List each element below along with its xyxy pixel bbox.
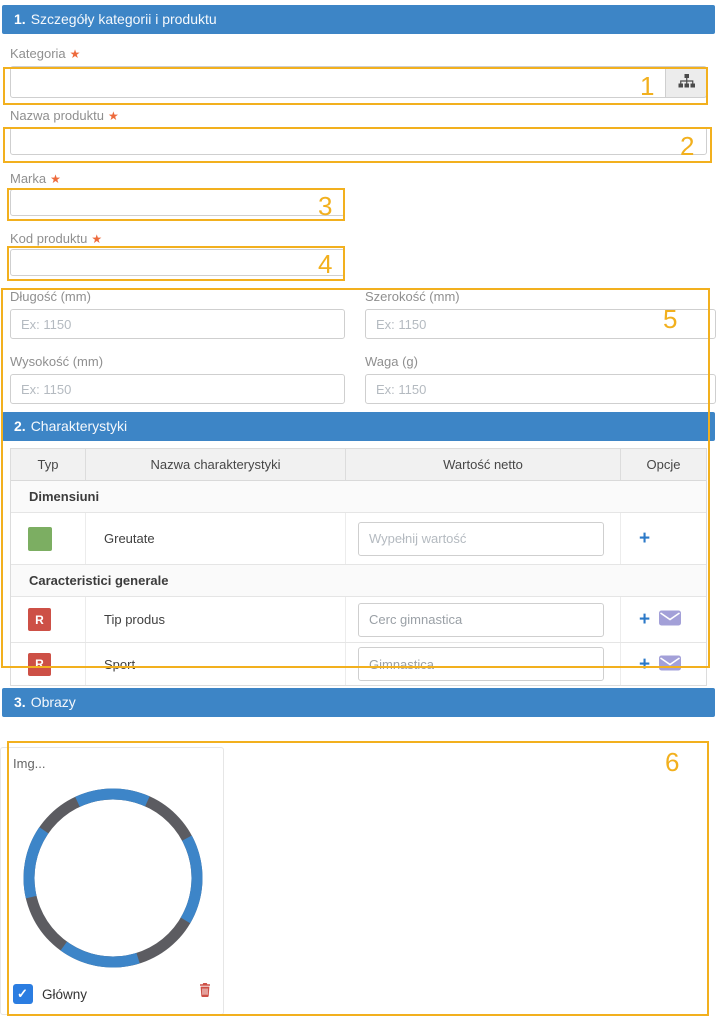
envelope-icon[interactable] [659,610,681,629]
kategoria-label: Kategoria★ [10,46,707,62]
characteristic-name: Sport [86,643,346,685]
nazwa-produktu-input[interactable] [10,127,707,155]
image-filename: Img... [13,756,46,771]
required-star-icon: ★ [91,232,102,246]
product-image-hula-hoop [17,786,209,981]
plus-icon[interactable]: + [639,655,650,674]
delete-image-button[interactable] [199,983,211,1000]
section-number: 1. [14,11,26,27]
sport-value-input[interactable] [358,647,604,681]
primary-image-checkbox[interactable] [13,984,33,1004]
kategoria-input[interactable] [10,66,666,98]
envelope-icon[interactable] [659,655,681,674]
images-area: Img... Główny [0,717,717,1032]
required-type-badge: R [28,608,51,631]
waga-field: Waga (g) [365,354,716,404]
primary-image-control: Główny [13,984,87,1004]
characteristic-name: Greutate [86,513,346,564]
section-number: 3. [14,694,26,710]
column-header-nazwa: Nazwa charakterystyki [86,449,346,480]
dlugosc-input[interactable] [10,309,345,339]
plus-icon[interactable]: + [639,529,650,548]
sitemap-icon [678,74,695,91]
waga-label: Waga (g) [365,354,716,370]
green-square-type-icon [28,527,52,551]
group-header-caracteristici: Caracteristici generale [11,565,706,596]
image-card: Img... Główny [0,747,224,1015]
section-title: Charakterystyki [31,418,127,434]
column-header-opcje: Opcje [621,449,706,480]
section-title: Szczegóły kategorii i produktu [31,11,217,27]
table-row: R Sport + [11,643,706,685]
section-header-characteristics: 2. Charakterystyki [2,412,715,441]
trash-icon [199,985,211,1000]
table-row: R Tip produs + [11,597,706,643]
dlugosc-field: Długość (mm) [10,289,345,339]
required-star-icon: ★ [50,172,61,186]
section-title: Obrazy [31,694,76,710]
required-star-icon: ★ [70,47,81,61]
tip-produs-value-input[interactable] [358,603,604,637]
szerokosc-input[interactable] [365,309,716,339]
kod-produktu-input[interactable] [10,249,345,276]
primary-image-label: Główny [42,987,87,1002]
table-header-row: Typ Nazwa charakterystyki Wartość netto … [11,449,706,481]
group-header-dimensiuni: Dimensiuni [11,481,706,512]
marka-label: Marka★ [10,171,707,187]
kategoria-input-group [10,66,707,98]
dlugosc-label: Długość (mm) [10,289,345,305]
nazwa-produktu-label: Nazwa produktu★ [10,108,707,124]
szerokosc-label: Szerokość (mm) [365,289,716,305]
wysokosc-field: Wysokość (mm) [10,354,345,404]
plus-icon[interactable]: + [639,610,650,629]
column-header-wartosc: Wartość netto [346,449,621,480]
wysokosc-input[interactable] [10,374,345,404]
szerokosc-field: Szerokość (mm) [365,289,716,339]
characteristics-table: Typ Nazwa charakterystyki Wartość netto … [10,448,707,686]
column-header-typ: Typ [11,449,86,480]
category-tree-button[interactable] [666,66,707,98]
waga-input[interactable] [365,374,716,404]
section-header-images: 3. Obrazy [2,688,715,717]
wysokosc-label: Wysokość (mm) [10,354,345,370]
required-star-icon: ★ [108,109,119,123]
kod-produktu-label: Kod produktu★ [10,231,707,247]
required-type-badge: R [28,653,51,676]
greutate-value-input[interactable] [358,522,604,556]
characteristic-name: Tip produs [86,597,346,642]
section-header-details: 1. Szczegóły kategorii i produktu [2,5,715,34]
section-number: 2. [14,418,26,434]
marka-input[interactable] [10,189,345,216]
dimensions-grid: Długość (mm) Szerokość (mm) Wysokość (mm… [10,289,716,404]
table-row: Greutate + [11,513,706,565]
